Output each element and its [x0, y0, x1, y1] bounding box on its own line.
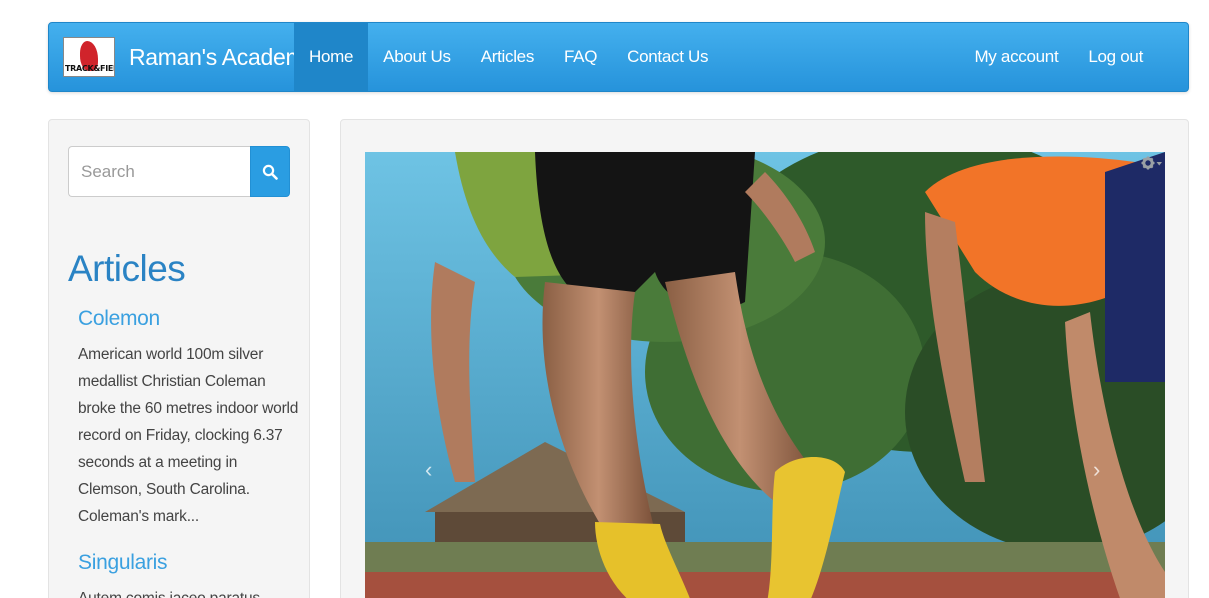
brand-logo: TRACK&FIELD [63, 37, 115, 77]
main-content: ‹ › [340, 119, 1189, 598]
nav-log-out[interactable]: Log out [1073, 23, 1158, 91]
articles-heading: Articles [68, 248, 186, 289]
article-item: Colemon American world 100m silver medal… [78, 307, 300, 530]
nav-my-account[interactable]: My account [959, 23, 1073, 91]
brand[interactable]: TRACK&FIELD Raman's Academy [63, 23, 316, 91]
nav-about-us[interactable]: About Us [368, 23, 466, 91]
navbar: TRACK&FIELD Raman's Academy Home About U… [48, 22, 1189, 92]
carousel-slide-image [365, 152, 1165, 598]
nav-contact-us[interactable]: Contact Us [612, 23, 723, 91]
search-button[interactable] [250, 146, 290, 197]
nav-articles[interactable]: Articles [466, 23, 549, 91]
article-body: American world 100m silver medallist Chr… [78, 346, 299, 498]
search-form [68, 146, 290, 197]
article-title-colemon[interactable]: Colemon [78, 307, 300, 331]
nav-faq[interactable]: FAQ [549, 23, 612, 91]
article-excerpt-more: Coleman's mark... [78, 508, 200, 525]
search-icon [262, 164, 278, 180]
carousel-prev-button[interactable]: ‹ [425, 457, 432, 483]
image-carousel[interactable]: ‹ › [365, 152, 1165, 598]
article-title-singularis[interactable]: Singularis [78, 551, 300, 575]
article-body: Autem comis iaceo paratus [78, 585, 300, 598]
settings-menu[interactable] [1141, 156, 1163, 170]
nav-home[interactable]: Home [294, 23, 369, 91]
search-input[interactable] [68, 146, 250, 197]
carousel-next-button[interactable]: › [1093, 457, 1100, 483]
user-nav: My account Log out [959, 23, 1158, 91]
sidebar: Articles Colemon American world 100m sil… [48, 119, 310, 598]
main-nav: Home About Us Articles FAQ Contact Us [294, 23, 723, 91]
article-item: Singularis Autem comis iaceo paratus [78, 551, 300, 598]
gear-icon [1141, 156, 1162, 170]
brand-name[interactable]: Raman's Academy [129, 44, 316, 71]
